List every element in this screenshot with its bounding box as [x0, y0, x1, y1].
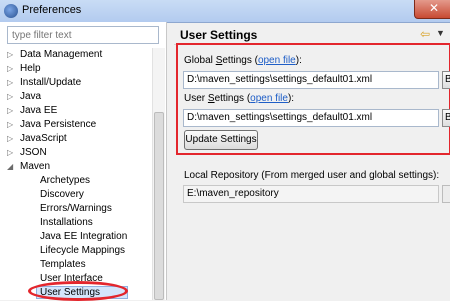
tree-item-discovery[interactable]: Discovery — [0, 188, 152, 202]
title-bar: Preferences ✕ — [0, 0, 450, 23]
tree-item-label: Errors/Warnings — [40, 203, 112, 214]
tree-item-templates[interactable]: Templates — [0, 258, 152, 272]
expand-arrow-icon[interactable]: ▷ — [7, 62, 13, 76]
app-icon — [4, 4, 18, 18]
user-open-file-link[interactable]: open file — [250, 93, 288, 104]
scrollbar-thumb[interactable] — [154, 112, 164, 300]
tree-item-label: Maven — [20, 161, 51, 172]
tree-item-label: Data Management — [20, 49, 103, 60]
tree-item-java-ee[interactable]: ▷ Java EE — [0, 104, 152, 118]
global-settings-field[interactable]: D:\maven_settings\settings_default01.xml — [183, 71, 439, 89]
tree-item-errors-warnings[interactable]: Errors/Warnings — [0, 202, 152, 216]
global-browse-button[interactable]: B — [442, 71, 450, 89]
tree-item-help[interactable]: ▷ Help — [0, 62, 152, 76]
user-settings-field[interactable]: D:\maven_settings\settings_default01.xml — [183, 109, 439, 127]
annotation-ellipse — [28, 281, 128, 301]
tree-item-install-update[interactable]: ▷ Install/Update — [0, 76, 152, 90]
tree-item-label: Installations — [40, 217, 93, 228]
tree-item-label: Java — [20, 91, 42, 102]
tree-item-label: Java Persistence — [20, 119, 97, 130]
tree-item-label: Install/Update — [20, 77, 82, 88]
tree-item-label: Lifecycle Mappings — [40, 245, 126, 256]
expand-arrow-icon[interactable]: ▷ — [7, 76, 13, 90]
tree-scrollbar[interactable] — [152, 48, 165, 300]
tree-item-archetypes[interactable]: Archetypes — [0, 174, 152, 188]
preferences-tree-pane: ▷ Data Management ▷ Help ▷ Install/Updat… — [0, 22, 167, 300]
tree-item-java-ee-integration[interactable]: Java EE Integration — [0, 230, 152, 244]
expand-arrow-icon[interactable]: ▷ — [7, 104, 13, 118]
user-browse-button[interactable]: B — [442, 109, 450, 127]
tree-item-label: Java EE — [20, 105, 58, 116]
tree-item-json[interactable]: ▷ JSON — [0, 146, 152, 160]
tree-item-label: Templates — [40, 259, 86, 270]
tree-item-maven[interactable]: ◢ Maven — [0, 160, 152, 174]
close-button[interactable]: ✕ — [414, 0, 450, 19]
tree-item-lifecycle-mappings[interactable]: Lifecycle Mappings — [0, 244, 152, 258]
user-settings-page: User Settings ⇦ ▼ Global Settings (open … — [172, 22, 450, 300]
repository-side-button[interactable] — [442, 185, 450, 203]
tree-item-label: JavaScript — [20, 133, 67, 144]
expand-arrow-icon[interactable]: ▷ — [7, 132, 13, 146]
tree-item-java[interactable]: ▷ Java — [0, 90, 152, 104]
update-settings-button[interactable]: Update Settings — [184, 130, 258, 150]
back-arrow-icon[interactable]: ⇦ — [420, 27, 430, 41]
expand-arrow-icon[interactable]: ▷ — [7, 90, 13, 104]
expand-arrow-icon[interactable]: ▷ — [7, 48, 13, 62]
page-title: User Settings — [180, 28, 258, 42]
global-open-file-link[interactable]: open file — [258, 55, 296, 66]
user-settings-label: User Settings (open file): — [184, 93, 295, 104]
tree-item-javascript[interactable]: ▷ JavaScript — [0, 132, 152, 146]
expand-arrow-icon[interactable]: ▷ — [7, 146, 13, 160]
tree-item-installations[interactable]: Installations — [0, 216, 152, 230]
tree-item-java-persistence[interactable]: ▷ Java Persistence — [0, 118, 152, 132]
expand-arrow-icon[interactable]: ▷ — [7, 118, 13, 132]
tree-item-label: Archetypes — [40, 175, 91, 186]
tree-item-label: Discovery — [40, 189, 84, 200]
tree-item-label: JSON — [20, 147, 47, 158]
collapse-arrow-icon[interactable]: ◢ — [7, 160, 13, 174]
filter-input[interactable] — [7, 26, 159, 44]
local-repository-label: Local Repository (From merged user and g… — [184, 170, 440, 181]
view-menu-icon[interactable]: ▼ — [436, 28, 445, 38]
tree-item-label: Help — [20, 63, 41, 74]
local-repository-field: E:\maven_repository — [183, 185, 439, 203]
tree-item-label: Java EE Integration — [40, 231, 128, 242]
tree-item-data-management[interactable]: ▷ Data Management — [0, 48, 152, 62]
window-title: Preferences — [22, 4, 82, 16]
global-settings-label: Global Settings (open file): — [184, 55, 302, 66]
